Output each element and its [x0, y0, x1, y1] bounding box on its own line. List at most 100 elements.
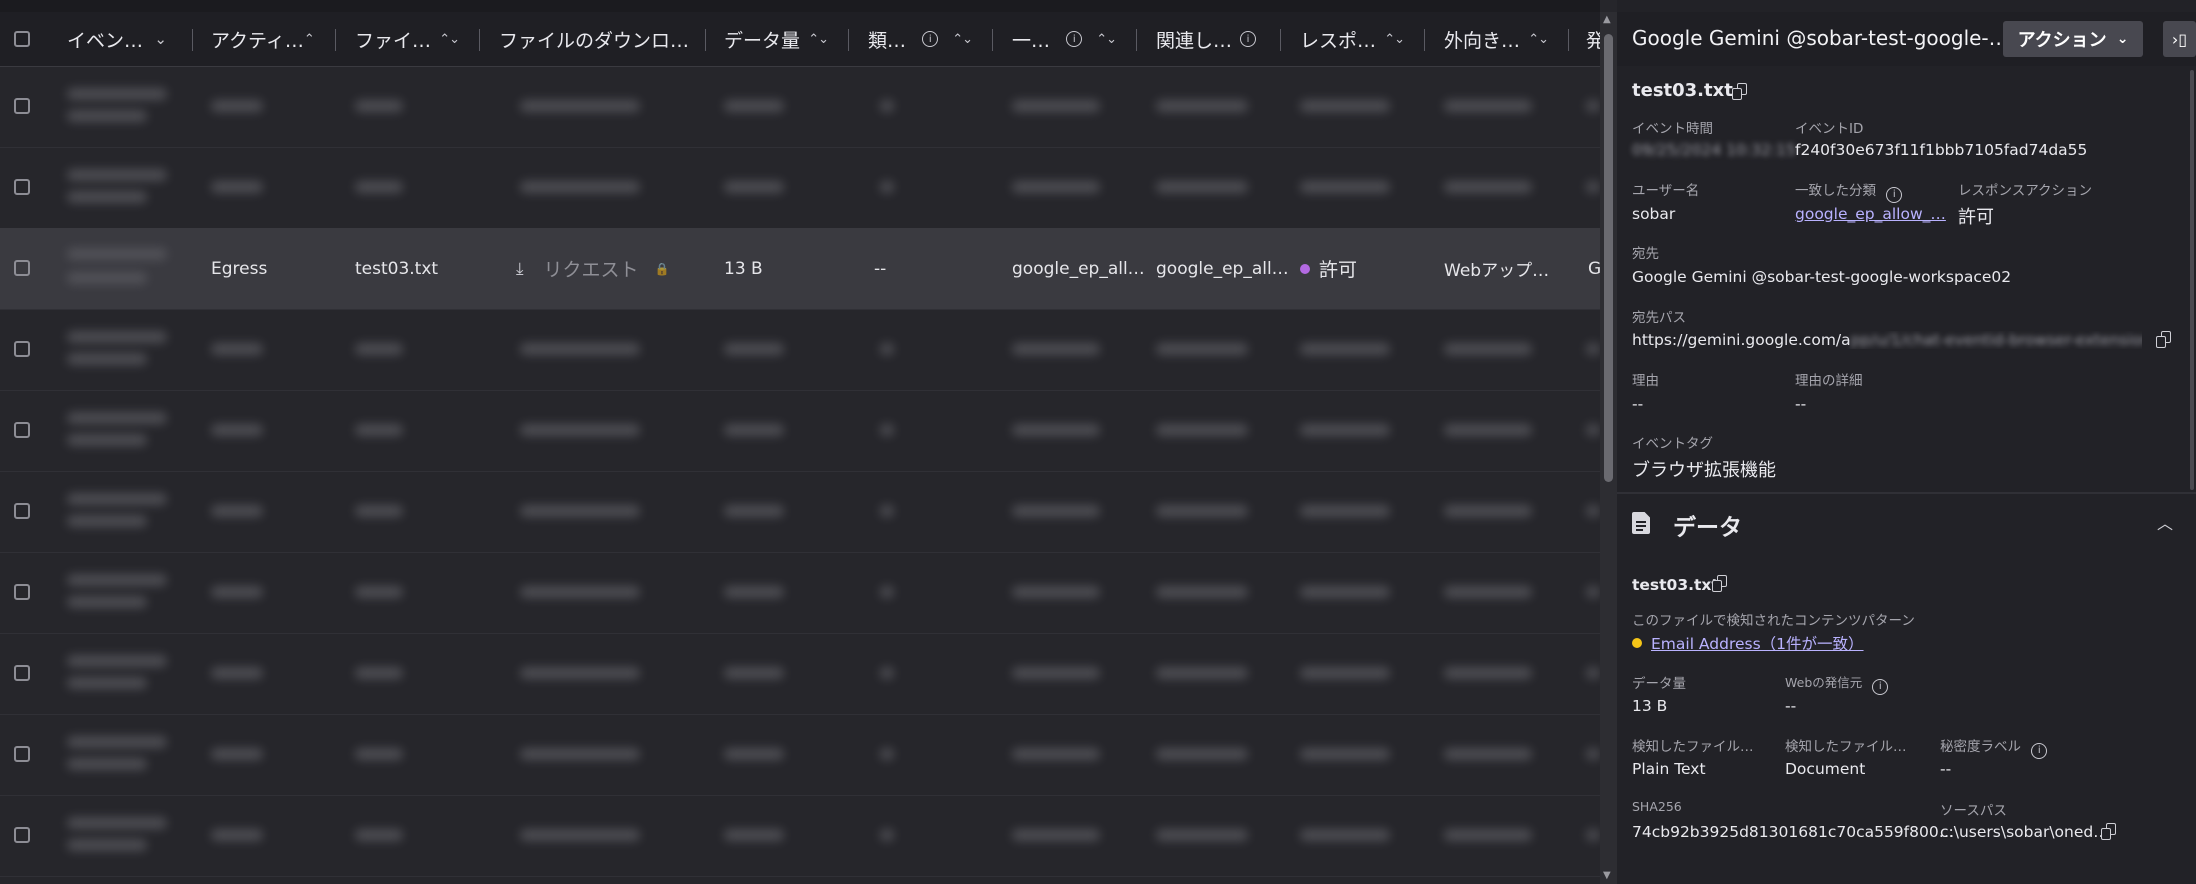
column-header-response[interactable]: レスポ… ⌃⌄ [1300, 12, 1404, 66]
chevron-down-icon: ⌄ [2116, 31, 2129, 47]
table-scrollbar[interactable]: ▲ ▼ [1600, 12, 1617, 884]
copy-icon[interactable] [2101, 823, 2117, 841]
obscured-cell [67, 434, 147, 446]
row-checkbox[interactable] [14, 665, 30, 681]
obscured-cell [67, 353, 147, 365]
column-divider[interactable] [1136, 29, 1137, 51]
obscured-cell [1444, 424, 1532, 436]
cell-file-download[interactable]: ⤓ リクエスト 🔒 [516, 228, 669, 309]
info-icon[interactable]: i [922, 31, 939, 47]
info-icon[interactable]: i [2031, 742, 2048, 759]
obscured-cell [880, 343, 894, 355]
event-detail-panel: Google Gemini @sobar-test-google-work… ア… [1617, 0, 2196, 884]
table-row[interactable] [0, 471, 1600, 553]
download-icon[interactable]: ⤓ [516, 259, 524, 279]
column-label: レスポ… [1300, 29, 1377, 52]
table-row[interactable] [0, 633, 1600, 715]
info-icon[interactable]: i [1872, 678, 1889, 695]
column-label: データ量 [724, 29, 801, 52]
copy-icon[interactable] [1712, 575, 1728, 593]
column-divider[interactable] [335, 29, 336, 51]
row-checkbox[interactable] [14, 827, 30, 843]
column-divider[interactable] [1568, 29, 1569, 51]
column-divider[interactable] [848, 29, 849, 51]
table-row[interactable] [0, 552, 1600, 634]
row-checkbox[interactable] [14, 260, 30, 276]
table-row[interactable] [0, 309, 1600, 391]
column-header-outbound[interactable]: 外向き… ⌃⌄ [1444, 12, 1548, 66]
data-section-header[interactable]: データ ︿ [1617, 494, 2196, 554]
collapse-panel-button[interactable]: ›▯ [2163, 21, 2196, 57]
obscured-cell [880, 181, 894, 193]
table-row[interactable] [0, 147, 1600, 229]
copy-icon[interactable] [2156, 331, 2172, 349]
row-checkbox[interactable] [14, 746, 30, 762]
cell-classification: -- [874, 258, 887, 279]
action-button[interactable]: アクション ⌄ [2003, 21, 2143, 57]
matched-class-link[interactable]: google_ep_allow_… [1795, 205, 1946, 223]
pattern-link[interactable]: Email Address（1件が一致） [1651, 632, 1864, 654]
reason-label: 理由 [1632, 373, 1659, 389]
column-divider[interactable] [1280, 29, 1281, 51]
column-header-matched[interactable]: 一… i ⌃⌄ [1012, 12, 1116, 66]
row-checkbox[interactable] [14, 341, 30, 357]
info-icon[interactable]: i [1886, 186, 1903, 203]
panel-header: Google Gemini @sobar-test-google-work… ア… [1617, 12, 2196, 66]
column-header-classification[interactable]: 類… i ⌃⌄ [868, 12, 972, 66]
row-checkbox[interactable] [14, 422, 30, 438]
info-icon[interactable]: i [1240, 31, 1256, 47]
obscured-cell [1300, 424, 1390, 436]
data-file-name: test03.txt [1632, 576, 1719, 594]
row-checkbox[interactable] [14, 503, 30, 519]
select-all-checkbox[interactable] [14, 31, 30, 47]
chevron-up-icon[interactable]: ︿ [2157, 510, 2173, 534]
column-divider[interactable] [992, 29, 993, 51]
column-label: ファイルのダウンロ… [499, 29, 690, 52]
obscured-cell [1586, 667, 1600, 679]
row-checkbox[interactable] [14, 98, 30, 114]
scroll-up-icon[interactable]: ▲ [1603, 14, 1611, 25]
data-size-label: データ量 [1632, 676, 1686, 692]
obscured-cell [1012, 424, 1100, 436]
table-row[interactable] [0, 66, 1600, 148]
scroll-down-icon[interactable]: ▼ [1603, 870, 1611, 881]
obscured-cell [724, 829, 784, 841]
obscured-cell [67, 758, 147, 770]
table-row-selected[interactable]: Egress test03.txt 13 B -- google_ep_all… goog… [0, 228, 1600, 310]
obscured-cell [1156, 100, 1248, 112]
info-icon[interactable]: i [1066, 31, 1083, 47]
table-row[interactable] [0, 795, 1600, 877]
row-checkbox[interactable] [14, 584, 30, 600]
column-header-event-time[interactable]: イベン… ⌄ [67, 12, 167, 66]
panel-scrollbar[interactable] [2190, 70, 2194, 490]
column-header-file-download[interactable]: ファイルのダウンロ… [499, 12, 704, 66]
obscured-cell [1444, 505, 1532, 517]
obscured-cell [520, 100, 640, 112]
column-header-related[interactable]: 関連し… i [1156, 12, 1256, 66]
sort-icon: ⌃⌄ [303, 31, 315, 47]
obscured-cell [1012, 343, 1100, 355]
scrollbar-thumb[interactable] [1604, 34, 1613, 482]
row-checkbox[interactable] [14, 179, 30, 195]
obscured-cell [211, 181, 263, 193]
copy-icon[interactable] [1732, 83, 1748, 101]
table-row[interactable] [0, 714, 1600, 796]
column-header-data-size[interactable]: データ量 ⌃⌄ [724, 12, 828, 66]
event-tag-value: ブラウザ拡張機能 [1632, 460, 1776, 481]
column-header-source[interactable]: 発 [1586, 12, 1600, 66]
detected-file-category-value: Document [1785, 760, 1866, 778]
request-download-label[interactable]: リクエスト [544, 255, 639, 282]
column-divider[interactable] [192, 29, 193, 51]
column-divider[interactable] [705, 29, 706, 51]
obscured-cell [1300, 586, 1390, 598]
sensitivity-label-text: 秘密度ラベル [1940, 739, 2021, 755]
column-divider[interactable] [1424, 29, 1425, 51]
obscured-cell [1586, 505, 1600, 517]
obscured-cell [67, 655, 167, 667]
column-header-activity[interactable]: アクティ… ⌃⌄ [211, 12, 315, 66]
detected-file-type-label: 検知したファイル… [1632, 739, 1754, 755]
column-divider[interactable] [479, 29, 480, 51]
table-row[interactable] [0, 390, 1600, 472]
obscured-cell [355, 424, 403, 436]
column-header-file[interactable]: ファイ… ⌃⌄ [355, 12, 459, 66]
